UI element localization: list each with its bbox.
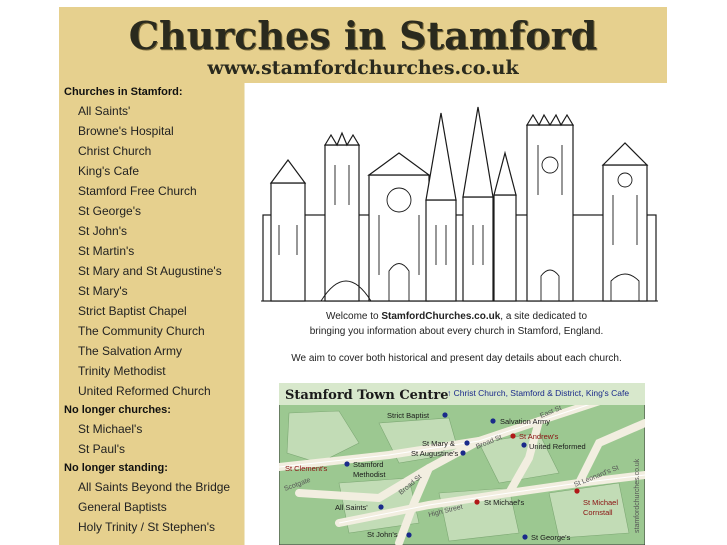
nav-all-saints[interactable]: All Saints' bbox=[59, 101, 244, 121]
nav-strict-baptist-chapel[interactable]: Strict Baptist Chapel bbox=[59, 301, 244, 321]
nav-st-georges[interactable]: St George's bbox=[59, 201, 244, 221]
map-label-st-augustines: St Augustine's bbox=[411, 449, 459, 458]
nav-st-martins[interactable]: St Martin's bbox=[59, 241, 244, 261]
nav-united-reformed[interactable]: United Reformed Church bbox=[59, 381, 244, 401]
churches-sketch-image bbox=[261, 106, 658, 302]
site-banner: Churches in Stamford www.stamfordchurche… bbox=[59, 7, 667, 83]
map-church-dot[interactable] bbox=[406, 532, 412, 538]
map-label-st-georges: St George's bbox=[531, 533, 571, 542]
site-name: StamfordChurches.co.uk bbox=[381, 311, 501, 322]
nav-holy-trinity-st-stephens[interactable]: Holy Trinity / St Stephen's bbox=[59, 517, 244, 537]
sidebar-heading-churches: Churches in Stamford: bbox=[64, 86, 183, 98]
welcome-text: Welcome to StamfordChurches.co.uk, a sit… bbox=[309, 311, 604, 337]
town-centre-map[interactable]: Stamford Town Centre ↑ Christ Church, St… bbox=[279, 383, 645, 545]
nav-st-mary-st-augustines[interactable]: St Mary and St Augustine's bbox=[59, 261, 244, 281]
map-label-st-clements: St Clement's bbox=[285, 464, 328, 473]
map-ruin-dot[interactable] bbox=[510, 433, 516, 439]
map-label-st-andrews: St Andrew's bbox=[519, 432, 559, 441]
nav-st-michaels[interactable]: St Michael's bbox=[59, 419, 244, 439]
sidebar-heading-no-longer-standing: No longer standing: bbox=[64, 462, 168, 474]
main-content: Welcome to StamfordChurches.co.uk, a sit… bbox=[244, 83, 668, 545]
map-church-dot[interactable] bbox=[378, 504, 384, 510]
nav-st-johns[interactable]: St John's bbox=[59, 221, 244, 241]
aim-text: We aim to cover both historical and pres… bbox=[291, 353, 622, 364]
nav-christ-church[interactable]: Christ Church bbox=[59, 141, 244, 161]
map-watermark: stamfordchurches.co.uk bbox=[634, 458, 641, 533]
nav-trinity-methodist[interactable]: Trinity Methodist bbox=[59, 361, 244, 381]
map-church-dot[interactable] bbox=[464, 440, 470, 446]
map-church-dot[interactable] bbox=[344, 461, 350, 467]
map-label-st-michael: St Michael bbox=[583, 498, 618, 507]
nav-kings-cafe[interactable]: King's Cafe bbox=[59, 161, 244, 181]
map-top-label: ↑ Christ Church, Stamford & District, Ki… bbox=[447, 388, 629, 398]
map-ruin-dot[interactable] bbox=[474, 499, 480, 505]
nav-salvation-army[interactable]: The Salvation Army bbox=[59, 341, 244, 361]
map-ruin-dot[interactable] bbox=[574, 488, 580, 494]
site-title: Churches in Stamford bbox=[128, 13, 598, 58]
map-church-dot[interactable] bbox=[460, 450, 466, 456]
map-label-strict-baptist: Strict Baptist bbox=[387, 411, 430, 420]
map-label-st-johns: St John's bbox=[367, 530, 398, 539]
map-label-st-michaels: St Michael's bbox=[484, 498, 524, 507]
map-label-all-saints: All Saints' bbox=[335, 503, 368, 512]
nav-stamford-free-church[interactable]: Stamford Free Church bbox=[59, 181, 244, 201]
nav-all-saints-beyond-bridge[interactable]: All Saints Beyond the Bridge bbox=[59, 477, 244, 497]
nav-general-baptists[interactable]: General Baptists bbox=[59, 497, 244, 517]
nav-community-church[interactable]: The Community Church bbox=[59, 321, 244, 341]
sidebar-heading-no-longer-churches: No longer churches: bbox=[64, 404, 171, 416]
sidebar-nav: Churches in Stamford: All Saints' Browne… bbox=[59, 83, 244, 545]
nav-st-marys[interactable]: St Mary's bbox=[59, 281, 244, 301]
map-title: Stamford Town Centre bbox=[285, 388, 449, 403]
map-church-dot[interactable] bbox=[442, 412, 448, 418]
map-church-dot[interactable] bbox=[521, 442, 527, 448]
map-church-dot[interactable] bbox=[522, 534, 528, 540]
map-label-st-mary: St Mary & bbox=[422, 439, 455, 448]
map-label-methodist: Methodist bbox=[353, 470, 386, 479]
nav-st-pauls[interactable]: St Paul's bbox=[59, 439, 244, 459]
map-label-stamford: Stamford bbox=[353, 460, 383, 469]
nav-brownes-hospital[interactable]: Browne's Hospital bbox=[59, 121, 244, 141]
map-church-dot[interactable] bbox=[490, 418, 496, 424]
site-url: www.stamfordchurches.co.uk bbox=[207, 57, 519, 79]
map-label-united-reformed: United Reformed bbox=[529, 442, 586, 451]
map-label-cornstall: Cornstall bbox=[583, 508, 613, 517]
